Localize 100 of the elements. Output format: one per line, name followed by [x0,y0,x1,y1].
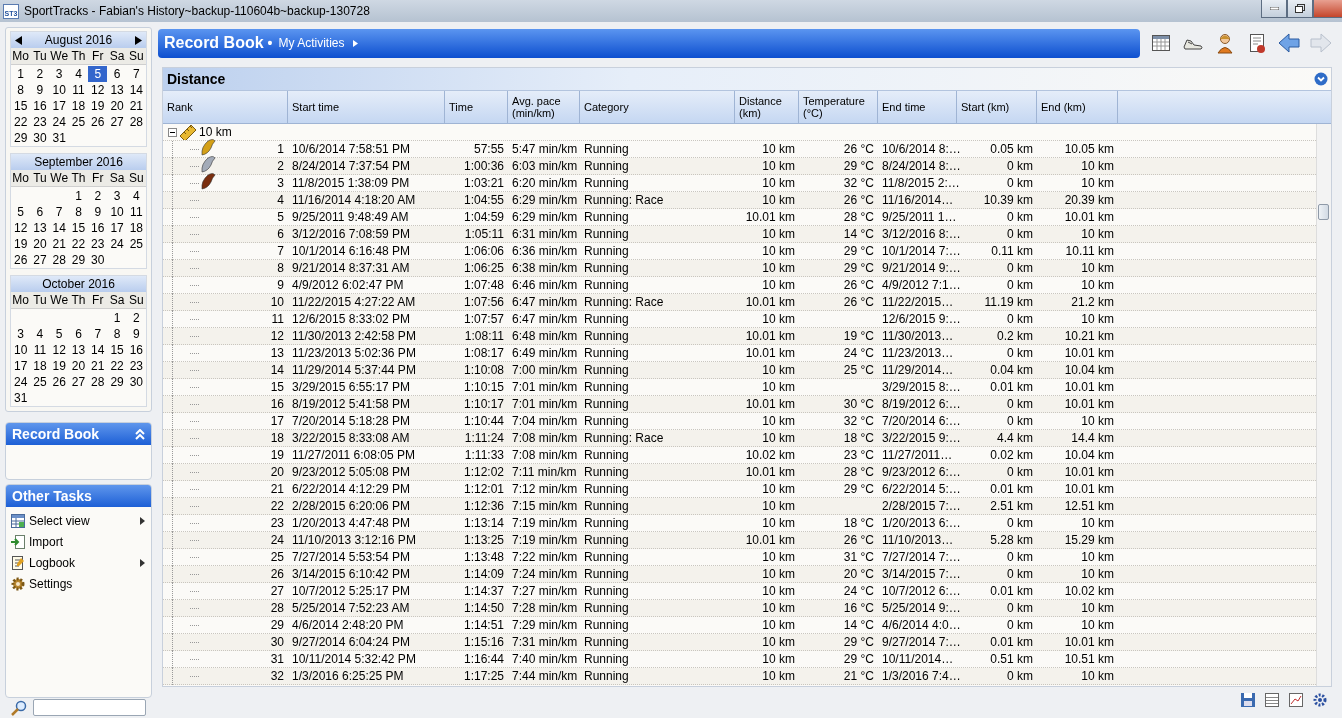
save-icon[interactable] [1240,692,1256,708]
calendar-day[interactable]: 19 [11,236,31,252]
calendar-day[interactable]: 7 [88,326,108,342]
calendar-day[interactable]: 18 [30,358,50,374]
calendar-day[interactable]: 24 [11,374,31,390]
calendar-day[interactable]: 23 [30,114,50,130]
calendar-day[interactable]: 20 [68,358,89,374]
calendar-day[interactable]: 28 [49,252,69,268]
task-link[interactable]: Logbook [29,555,76,570]
calendar-day[interactable]: 2 [88,188,108,204]
calendar-day[interactable]: 19 [49,358,69,374]
calendar-day[interactable]: 1 [107,310,127,326]
minimize-button[interactable] [1261,0,1287,18]
column-header[interactable]: End time [878,91,957,123]
calendar-day[interactable]: 2 [126,310,146,326]
calendar-day[interactable]: 4 [126,188,146,204]
calendar-day[interactable]: 13 [30,220,50,236]
calendar-day[interactable]: 16 [30,98,50,114]
calendar-day[interactable]: 17 [107,220,127,236]
calendar-day[interactable]: 23 [126,358,146,374]
calendar-day[interactable]: 1 [11,66,31,82]
calendar-grid-icon[interactable] [1150,32,1172,54]
column-header[interactable]: Temperature (°C) [799,91,878,123]
calendar-day[interactable]: 12 [88,82,108,98]
calendar-day[interactable]: 18 [68,98,89,114]
calendar-day[interactable]: 31 [49,130,69,146]
calendar-day[interactable]: 15 [68,220,89,236]
breadcrumb-arrow-icon[interactable] [352,39,358,47]
calendar-day[interactable]: 3 [107,188,127,204]
calendar-day[interactable]: 15 [11,98,31,114]
calendar-day[interactable]: 16 [126,342,146,358]
calendar-day[interactable]: 11 [30,342,50,358]
calendar-day[interactable]: 8 [68,204,89,220]
calendar-day[interactable]: 22 [11,114,31,130]
back-arrow-icon[interactable] [1278,32,1300,54]
column-header[interactable]: Distance (km) [735,91,799,123]
scrollbar[interactable] [1316,124,1331,686]
calendar-day[interactable]: 20 [30,236,50,252]
calendar-day[interactable]: 16 [88,220,108,236]
calendar-day[interactable]: 10 [107,204,127,220]
column-header[interactable]: End (km) [1037,91,1118,123]
calendar-day[interactable]: 30 [126,374,146,390]
search-field[interactable] [33,699,146,716]
calendar-day[interactable]: 25 [68,114,89,130]
calendar-day[interactable]: 7 [49,204,69,220]
calendar-day[interactable]: 6 [30,204,50,220]
calendar-day[interactable]: 11 [68,82,89,98]
calendar-day[interactable]: 6 [107,66,127,82]
calendar-day[interactable]: 27 [107,114,127,130]
settings-icon[interactable] [1312,692,1328,708]
calendar-day[interactable]: 13 [107,82,127,98]
calendar-day[interactable]: 15 [107,342,127,358]
calendar-day[interactable]: 6 [68,326,89,342]
calendar-day[interactable]: 1 [68,188,89,204]
calendar-day[interactable]: 26 [88,114,108,130]
calendar-day[interactable]: 30 [30,130,50,146]
calendar-day[interactable]: 17 [49,98,69,114]
column-header[interactable]: Time [445,91,508,123]
column-header[interactable]: Rank [163,91,288,123]
calendar-day[interactable]: 30 [88,252,108,268]
calendar-day[interactable]: 14 [126,82,146,98]
calendar-day[interactable]: 24 [49,114,69,130]
calendar-day[interactable]: 12 [11,220,31,236]
collapse-icon[interactable] [135,428,145,440]
calendar-day[interactable]: 25 [126,236,146,252]
calendar-day[interactable]: 4 [30,326,50,342]
calendar-day[interactable]: 18 [126,220,146,236]
calendar-day[interactable]: 22 [68,236,89,252]
calendar-day[interactable]: 29 [107,374,127,390]
collapse-toggle-icon[interactable] [168,127,177,137]
calendar-day[interactable]: 19 [88,98,108,114]
calendar-day[interactable]: 25 [30,374,50,390]
calendar-day[interactable]: 5 [11,204,31,220]
calendar-day[interactable]: 14 [49,220,69,236]
person-icon[interactable] [1214,32,1236,54]
column-header[interactable]: Avg. pace (min/km) [508,91,580,123]
calendar-day[interactable]: 26 [49,374,69,390]
calendar-day[interactable]: 28 [88,374,108,390]
column-header[interactable]: Start time [288,91,445,123]
calendar-day[interactable]: 12 [49,342,69,358]
calendar-day[interactable]: 2 [30,66,50,82]
calendar-day[interactable]: 3 [49,66,69,82]
calendar-day[interactable]: 23 [88,236,108,252]
calendar-day[interactable]: 8 [107,326,127,342]
calendar-day[interactable]: 8 [11,82,31,98]
task-link[interactable]: Import [29,534,63,549]
calendar-day[interactable]: 4 [68,66,89,82]
next-month-icon[interactable] [134,36,142,45]
calendar-day[interactable]: 27 [30,252,50,268]
calendar-day[interactable]: 17 [11,358,31,374]
calendar-day[interactable]: 5 [88,66,108,82]
calendar-day[interactable]: 9 [126,326,146,342]
calendar-day[interactable]: 21 [88,358,108,374]
calendar-day[interactable]: 14 [88,342,108,358]
task-link[interactable]: Settings [29,576,73,591]
column-header[interactable]: Category [580,91,735,123]
previous-month-icon[interactable] [15,36,23,45]
calendar-day[interactable]: 29 [68,252,89,268]
calendar-day[interactable]: 7 [126,66,146,82]
breadcrumb-link[interactable]: My Activities [278,36,345,50]
